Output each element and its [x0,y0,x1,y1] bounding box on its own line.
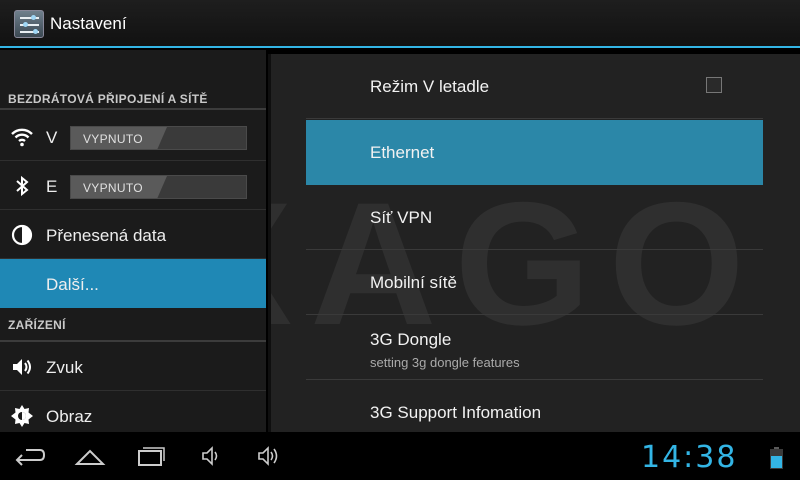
action-bar: Nastavení [0,0,800,48]
category-bluetooth[interactable]: E VYPNUTO [0,161,266,210]
system-navigation-bar: 14:38 [0,432,800,480]
bluetooth-icon [16,175,29,197]
3g-support-row[interactable]: 3G Support Infomation [306,380,763,432]
settings-category-list: BEZDRÁTOVÁ PŘIPOJENÍ A SÍTĚ V VYPNUTO E … [0,50,266,432]
home-icon[interactable] [74,442,106,470]
airplane-mode-checkbox[interactable] [706,77,722,93]
vpn-row[interactable]: Síť VPN [306,185,763,250]
back-icon[interactable] [14,442,46,470]
bluetooth-toggle[interactable]: VYPNUTO [70,175,247,199]
page-title: Nastavení [50,14,127,33]
category-sound[interactable]: Zvuk [0,342,266,391]
recent-apps-icon[interactable] [136,442,166,470]
category-data-usage[interactable]: Přenesená data [0,210,266,259]
settings-sliders-icon[interactable] [14,10,44,38]
speaker-icon [13,359,31,375]
category-more[interactable]: Další... [0,259,266,308]
3g-dongle-row[interactable]: 3G Dongle setting 3g dongle features [306,315,763,380]
brightness-icon [11,405,33,427]
bluetooth-toggle-label: VYPNUTO [83,181,143,195]
mobile-networks-row[interactable]: Mobilní sítě [306,250,763,315]
category-data-usage-label: Přenesená data [46,226,167,245]
3g-dongle-summary: setting 3g dongle features [370,355,520,370]
mobile-networks-label: Mobilní sítě [370,273,457,292]
airplane-mode-label: Režim V letadle [370,77,490,96]
volume-up-icon[interactable] [256,442,282,470]
section-header-device: ZAŘÍZENÍ [0,308,266,342]
category-display[interactable]: Obraz [0,391,266,432]
wifi-toggle-label: VYPNUTO [83,132,143,146]
category-wifi-label: V [46,128,58,147]
category-wifi[interactable]: V VYPNUTO [0,112,266,161]
category-bluetooth-label: E [46,177,58,196]
section-header-wireless: BEZDRÁTOVÁ PŘIPOJENÍ A SÍTĚ [0,80,266,110]
battery-icon [770,447,783,469]
vpn-label: Síť VPN [370,208,433,227]
volume-down-icon[interactable] [200,442,222,470]
category-display-label: Obraz [46,407,93,426]
ethernet-label: Ethernet [370,143,435,162]
category-sound-label: Zvuk [46,358,83,377]
3g-support-label: 3G Support Infomation [370,403,542,422]
ethernet-row[interactable]: Ethernet [306,120,763,185]
status-clock: 14:38 [641,440,738,475]
settings-detail-list: AXAGO Režim V letadle Ethernet Síť VPN M… [268,54,800,432]
wifi-toggle[interactable]: VYPNUTO [70,126,247,150]
wifi-icon [11,128,33,147]
data-usage-icon [11,224,33,246]
airplane-mode-row[interactable]: Režim V letadle [306,54,763,119]
category-more-label: Další... [46,275,99,294]
3g-dongle-label: 3G Dongle [370,330,452,349]
